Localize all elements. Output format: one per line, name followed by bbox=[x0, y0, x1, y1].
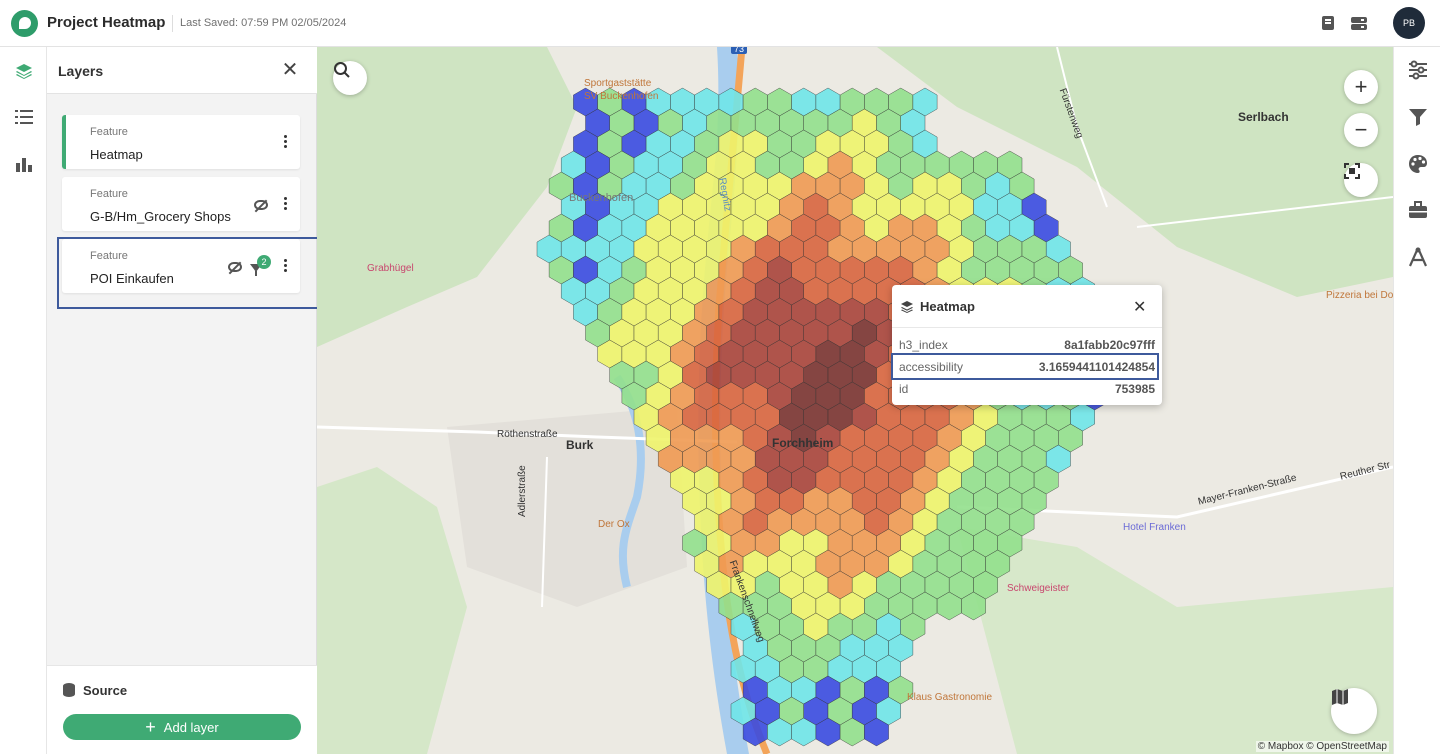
user-avatar[interactable]: PB bbox=[1393, 7, 1425, 39]
layers-panel-header: Layers ✕ bbox=[47, 47, 317, 94]
layer-name: G-B/Hm_Grocery Shops bbox=[90, 209, 231, 224]
zoom-in-button[interactable]: + bbox=[1344, 70, 1378, 104]
map-attribution[interactable]: © Mapbox © OpenStreetMap bbox=[1255, 741, 1389, 752]
search-icon bbox=[334, 62, 350, 78]
map-label-buckenhofen: Buckenhofen bbox=[569, 192, 634, 204]
map-label-pizzeria: Pizzeria bei Doro bbox=[1326, 290, 1393, 301]
charts-icon[interactable] bbox=[12, 152, 36, 176]
property-value: 8a1fabb20c97fff bbox=[1064, 338, 1155, 352]
palette-icon[interactable] bbox=[1408, 154, 1428, 174]
property-row: h3_index 8a1fabb20c97fff bbox=[899, 335, 1155, 355]
source-label[interactable]: Source bbox=[83, 683, 127, 698]
highway-shield: 73 bbox=[731, 47, 748, 54]
projects-icon[interactable] bbox=[1351, 15, 1367, 31]
map-search-button[interactable] bbox=[333, 61, 367, 95]
map-icon bbox=[1332, 689, 1348, 705]
layers-icon[interactable] bbox=[12, 59, 36, 83]
map-label-gastronomie: Klaus Gastronomie bbox=[907, 692, 993, 703]
source-section: Source + Add layer bbox=[47, 665, 317, 754]
app-header: Project Heatmap Last Saved: 07:59 PM 02/… bbox=[0, 0, 1440, 47]
close-icon[interactable]: ✕ bbox=[1133, 297, 1146, 317]
documentation-icon[interactable] bbox=[1320, 15, 1336, 31]
popup-title: Heatmap bbox=[920, 299, 975, 314]
layer-type-label: Feature bbox=[90, 126, 128, 138]
close-icon[interactable]: ✕ bbox=[281, 60, 299, 80]
map-base bbox=[317, 47, 1393, 754]
map-label-sportgaststaette: Sportgaststätte bbox=[584, 78, 652, 89]
database-icon bbox=[63, 683, 75, 697]
toolbox-icon[interactable] bbox=[1408, 200, 1428, 220]
more-options-icon[interactable] bbox=[284, 197, 288, 211]
property-key: h3_index bbox=[899, 338, 948, 352]
layer-item-grocery-shops[interactable]: Feature G-B/Hm_Grocery Shops bbox=[62, 177, 300, 231]
fullscreen-button[interactable] bbox=[1344, 163, 1378, 197]
map-label-sv-buckenhofen: SV Buckenhofen bbox=[584, 91, 659, 102]
zoom-out-button[interactable]: − bbox=[1344, 113, 1378, 147]
property-key: id bbox=[899, 382, 909, 396]
basemap-button[interactable] bbox=[1331, 688, 1377, 734]
plus-icon: + bbox=[145, 717, 156, 737]
layers-icon bbox=[901, 301, 913, 313]
map-label-burk: Burk bbox=[566, 438, 594, 452]
feature-info-popup: Heatmap ✕ h3_index 8a1fabb20c97fff acces… bbox=[892, 285, 1162, 405]
scenario-tools-icon[interactable] bbox=[1408, 247, 1428, 267]
last-saved-text: Last Saved: 07:59 PM 02/05/2024 bbox=[180, 17, 347, 29]
map-label-forchheim: Forchheim bbox=[772, 436, 834, 450]
layer-name: Heatmap bbox=[90, 147, 143, 162]
map-canvas[interactable]: Serlbach Sportgaststätte SV Buckenhofen … bbox=[317, 47, 1393, 754]
visibility-off-icon[interactable] bbox=[254, 200, 268, 210]
fullscreen-icon bbox=[1344, 163, 1360, 179]
layers-panel: Layers ✕ Feature Heatmap Feature G-B/Hm_… bbox=[47, 47, 317, 754]
map-label-schweigeister: Schweigeister bbox=[1007, 583, 1070, 594]
map-label-hotel-franken: Hotel Franken bbox=[1123, 522, 1186, 533]
more-options-icon[interactable] bbox=[284, 135, 288, 149]
left-toolbar bbox=[0, 47, 47, 754]
property-value: 753985 bbox=[1114, 382, 1155, 396]
filter-icon[interactable] bbox=[1408, 107, 1428, 127]
header-divider bbox=[172, 15, 173, 32]
layer-item-heatmap[interactable]: Feature Heatmap bbox=[62, 115, 300, 169]
legend-list-icon[interactable] bbox=[12, 105, 36, 129]
property-row: id 753985 bbox=[899, 379, 1155, 399]
right-toolbar bbox=[1393, 47, 1440, 754]
map-label-serlbach: Serlbach bbox=[1238, 110, 1289, 124]
map-label-grabhuegel: Grabhügel bbox=[367, 263, 414, 274]
popup-divider bbox=[892, 327, 1162, 328]
app-logo-icon[interactable] bbox=[11, 10, 38, 37]
settings-sliders-icon[interactable] bbox=[1408, 60, 1428, 80]
map-label-roethenstrasse: Röthenstraße bbox=[497, 429, 558, 440]
map-label-adlerstrasse: Adlerstraße bbox=[517, 465, 528, 517]
layer-type-label: Feature bbox=[90, 188, 128, 200]
add-layer-button[interactable]: + Add layer bbox=[63, 714, 301, 740]
map-label-der-ox: Der Ox bbox=[598, 519, 630, 530]
layers-panel-title: Layers bbox=[58, 63, 104, 79]
project-title[interactable]: Project Heatmap bbox=[47, 14, 165, 31]
selection-highlight bbox=[891, 353, 1159, 380]
selection-highlight bbox=[57, 237, 319, 309]
add-layer-label: Add layer bbox=[163, 719, 219, 735]
